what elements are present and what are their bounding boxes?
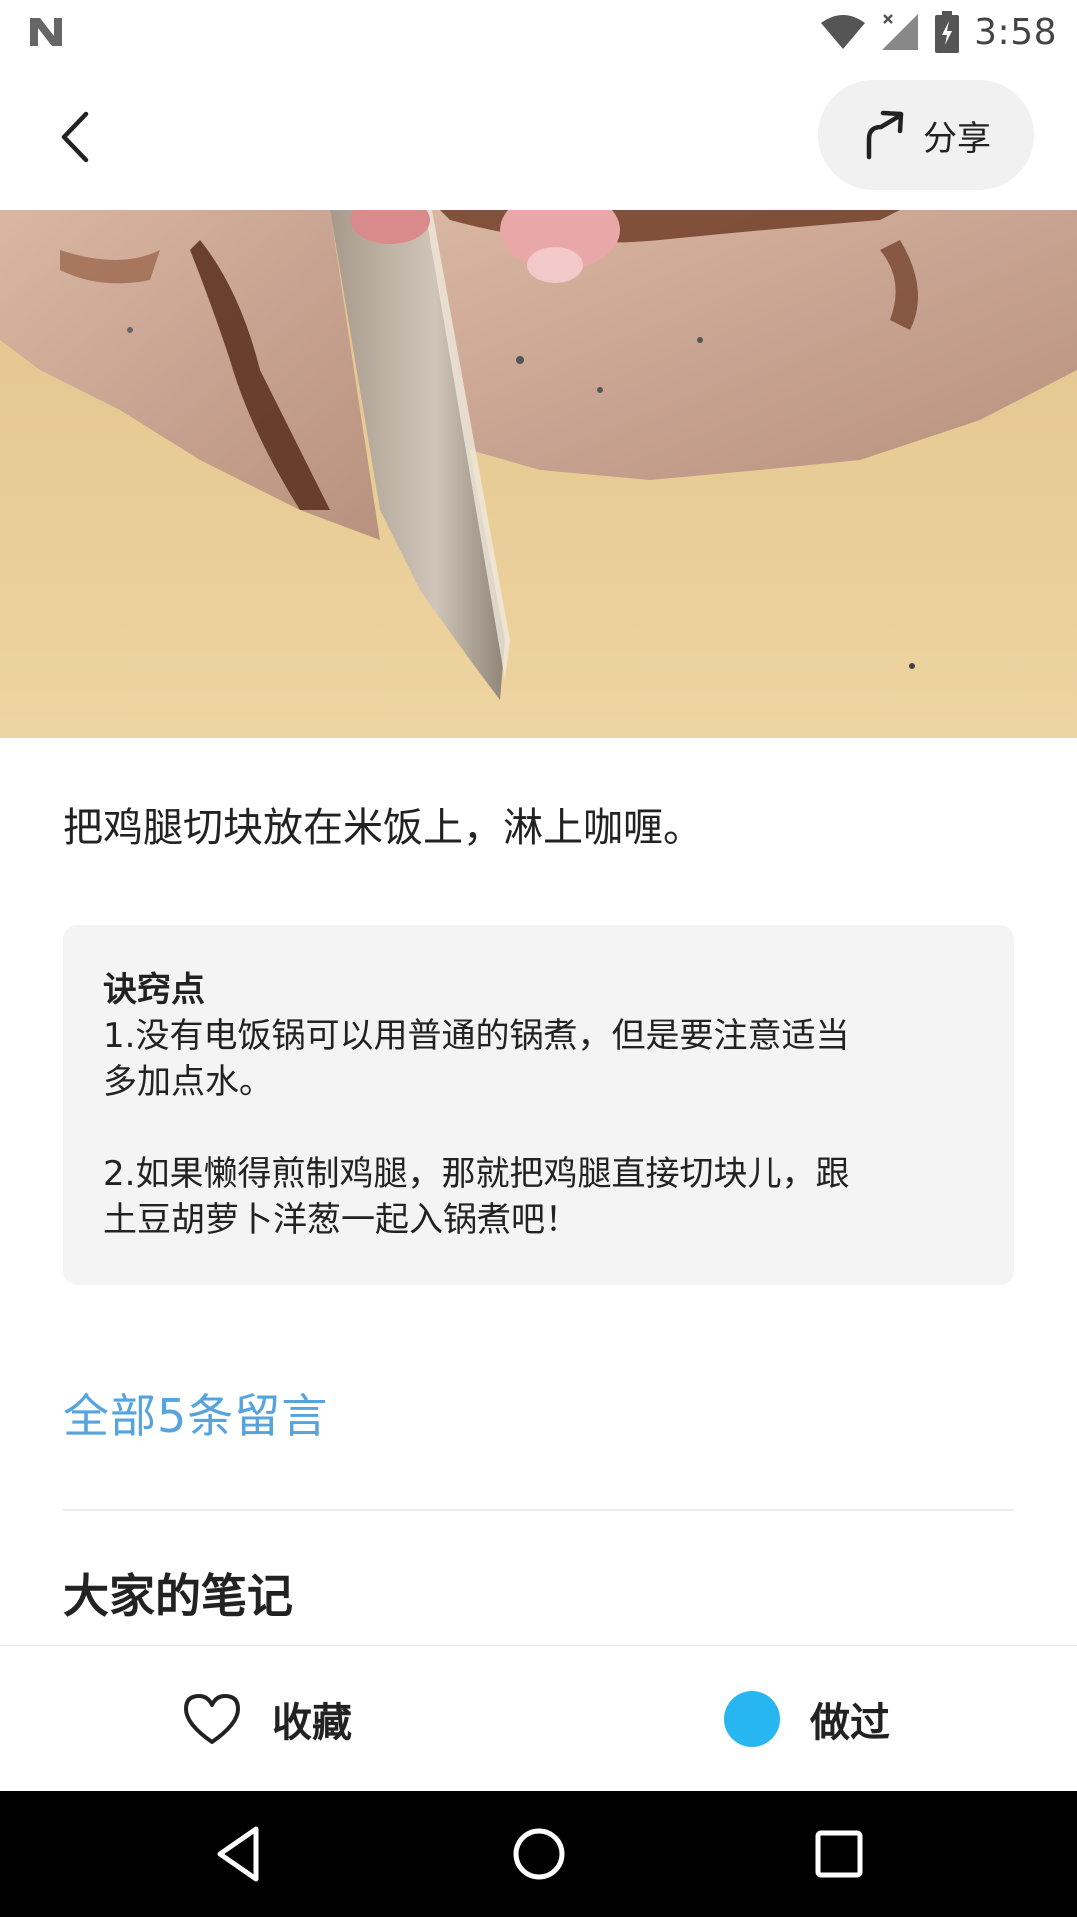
tips-item-2-line-1: 2.如果懒得煎制鸡腿，那就把鸡腿直接切块儿，跟: [103, 1154, 850, 1194]
share-button[interactable]: 分享: [818, 80, 1034, 190]
favorite-label: 收藏: [272, 1700, 352, 1746]
done-button[interactable]: 做过: [724, 1646, 890, 1792]
signal-icon: [882, 14, 919, 50]
chicken-photo: [0, 210, 1077, 738]
nav-recents-icon[interactable]: [806, 1821, 872, 1887]
tips-title: 诀窍点: [103, 970, 205, 1010]
nav-home-icon[interactable]: [506, 1821, 572, 1887]
action-bar: 收藏 做过: [0, 1645, 1077, 1792]
nav-back-icon[interactable]: [206, 1821, 272, 1887]
battery-icon: [935, 11, 960, 53]
tips-item-1-line-1: 1.没有电饭锅可以用普通的锅煮，但是要注意适当: [103, 1016, 850, 1056]
heart-icon: [184, 1694, 240, 1744]
step-image: [0, 210, 1077, 738]
status-time: 3:58: [974, 11, 1057, 53]
header: 分享: [0, 62, 1077, 210]
status-icons: 3:58: [820, 8, 1057, 56]
step-description: 把鸡腿切块放在米饭上，淋上咖喱。: [63, 805, 703, 851]
navigation-bar: [0, 1791, 1077, 1917]
share-arrow-icon: [866, 110, 904, 160]
tips-item-2-line-2: 土豆胡萝卜洋葱一起入锅煮吧！: [103, 1200, 579, 1240]
notes-section-title: 大家的笔记: [63, 1569, 293, 1623]
divider: [63, 1509, 1014, 1511]
tips-item-1-line-2: 多加点水。: [103, 1062, 273, 1102]
notification-icon: [30, 18, 62, 46]
done-label: 做过: [810, 1700, 890, 1746]
status-bar: 3:58: [0, 0, 1077, 62]
share-label: 分享: [923, 118, 991, 159]
done-dot-icon: [724, 1691, 780, 1747]
wifi-icon: [821, 15, 866, 49]
all-comments-link[interactable]: 全部5条留言: [63, 1380, 328, 1446]
tips-box: 诀窍点 1.没有电饭锅可以用普通的锅煮，但是要注意适当 多加点水。 2.如果懒得…: [63, 925, 1014, 1285]
back-chevron-icon[interactable]: [50, 102, 100, 172]
favorite-button[interactable]: 收藏: [182, 1646, 352, 1792]
tips-spacer: [103, 1105, 974, 1151]
